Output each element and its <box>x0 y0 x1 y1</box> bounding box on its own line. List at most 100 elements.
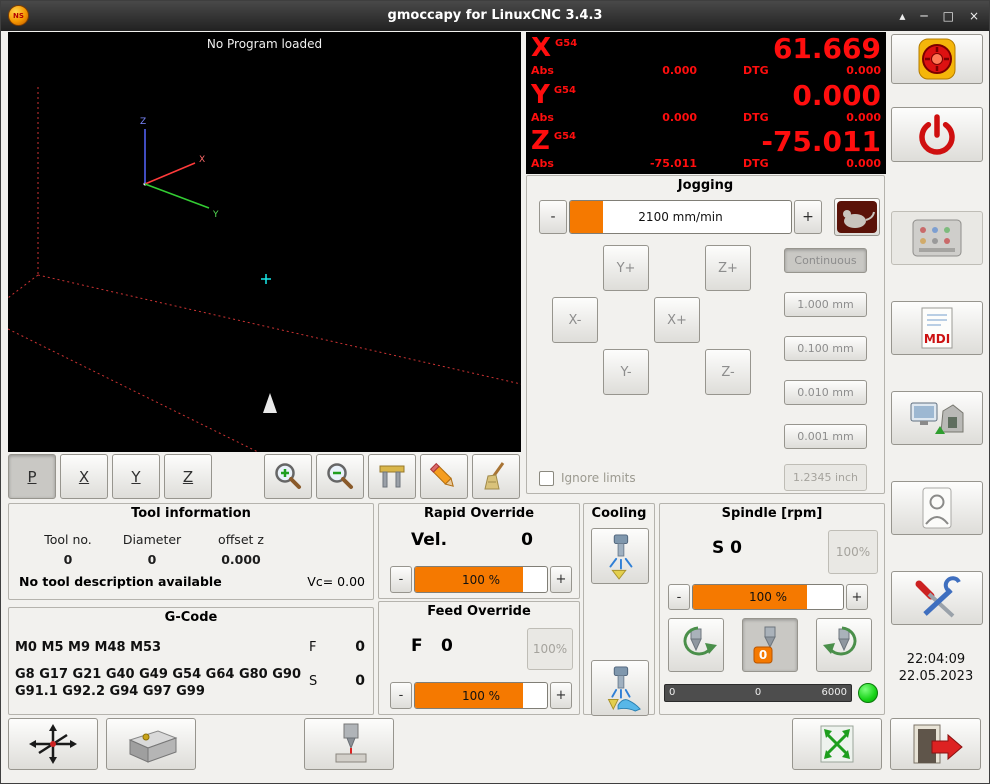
tool-description: No tool description available <box>19 574 222 589</box>
rapid-override-title: Rapid Override <box>379 506 579 521</box>
feed-override-title: Feed Override <box>379 604 579 619</box>
ignore-limits-checkbox[interactable] <box>539 471 554 486</box>
fullscreen-toggle-button[interactable] <box>792 718 882 770</box>
draw-path-button[interactable] <box>420 454 468 499</box>
dro-x-value: 61.669 <box>773 35 881 62</box>
tool-info-panel: Tool information Tool no. Diameter offse… <box>8 503 374 600</box>
window-title: gmoccapy for LinuxCNC 3.4.3 <box>121 1 869 31</box>
feed-override-panel: Feed Override F 0 100% - 100 % + <box>378 601 580 715</box>
control-panel-icon <box>907 216 967 260</box>
increment-01mm-button[interactable]: 0.100 mm <box>784 336 867 361</box>
keep-above-button[interactable]: ▴ <box>899 9 905 23</box>
diameter-value: 0 <box>113 552 191 567</box>
gremlin-preview[interactable]: Z X Y No Program loaded <box>8 32 521 452</box>
app-logo-icon: NS <box>8 5 29 26</box>
view-x-button[interactable]: X <box>60 454 108 499</box>
dro-y-value: 0.000 <box>792 82 881 109</box>
jog-z-plus-button[interactable]: Z+ <box>705 245 751 291</box>
spindle-override-value: 100 % <box>693 585 843 609</box>
touch-plate-button[interactable] <box>106 718 196 770</box>
dro-z-value: -75.011 <box>761 128 881 155</box>
mdi-mode-button[interactable]: MDI <box>891 301 983 355</box>
spindle-ccw-icon <box>672 623 720 667</box>
zoom-out-button[interactable] <box>316 454 364 499</box>
view-perspective-button[interactable]: P <box>8 454 56 499</box>
spindle-reset-button[interactable]: 100% <box>828 530 878 574</box>
clear-plot-button[interactable] <box>472 454 520 499</box>
jog-x-minus-button[interactable]: X- <box>552 297 598 343</box>
feed-override-slider[interactable]: 100 % <box>414 682 548 709</box>
spindle-stop-button[interactable]: 0 <box>742 618 798 672</box>
touch-plate-icon <box>116 722 186 766</box>
titlebar: NS gmoccapy for LinuxCNC 3.4.3 ▴ ─ □ × <box>1 1 989 31</box>
view-y-label: Y <box>131 468 140 486</box>
increment-continuous-button[interactable]: Continuous <box>784 248 867 273</box>
rapid-plus-button[interactable]: + <box>550 566 572 593</box>
spindle-cw-button[interactable] <box>816 618 872 672</box>
jog-speed-slider[interactable]: 2100 mm/min <box>569 200 792 234</box>
dro-panel[interactable]: X G54 61.669 Abs 0.000 DTG 0.000 Y G54 0… <box>526 32 886 174</box>
zoom-in-button[interactable] <box>264 454 312 499</box>
exit-door-icon <box>906 722 966 766</box>
spindle-plus-button[interactable]: + <box>846 584 868 610</box>
feed-plus-button[interactable]: + <box>550 682 572 709</box>
feed-reset-button[interactable]: 100% <box>527 628 573 670</box>
dro-axis-z[interactable]: Z G54 -75.011 Abs -75.011 DTG 0.000 <box>531 128 881 172</box>
spindle-ccw-button[interactable] <box>668 618 724 672</box>
clock-date: 22.05.2023 <box>887 668 985 685</box>
exit-button[interactable] <box>890 718 981 770</box>
preview-message: No Program loaded <box>8 37 521 51</box>
spindle-override-slider[interactable]: 100 % <box>692 584 844 610</box>
estop-icon <box>907 38 967 80</box>
mist-icon <box>597 532 643 580</box>
close-button[interactable]: × <box>969 9 979 23</box>
view-z-button[interactable]: Z <box>164 454 212 499</box>
jog-speed-value: 2100 mm/min <box>570 201 791 233</box>
window-controls: ▴ ─ □ × <box>899 1 979 31</box>
dro-y-abs-value: 0.000 <box>561 111 697 124</box>
spindle-at-speed-led <box>858 683 878 703</box>
feed-minus-button[interactable]: - <box>390 682 412 709</box>
spindle-minus-button[interactable]: - <box>668 584 690 610</box>
tools-icon <box>907 576 967 620</box>
jog-speed-minus-button[interactable]: - <box>539 200 567 234</box>
unit-toggle-button[interactable]: 1.2345 inch <box>784 464 867 491</box>
f-code-value: 0 <box>355 639 365 655</box>
tool-measure-icon <box>314 722 384 766</box>
increment-0001mm-button[interactable]: 0.001 mm <box>784 424 867 449</box>
jog-x-plus-button[interactable]: X+ <box>654 297 700 343</box>
settings-tools-button[interactable] <box>891 571 983 625</box>
touch-off-axes-button[interactable] <box>8 718 98 770</box>
dro-y-dtg-label: DTG <box>743 111 769 124</box>
spindle-rpm-bar: 0 0 6000 <box>664 684 852 702</box>
jog-speed-plus-button[interactable]: + <box>794 200 822 234</box>
app-logo-text: NS <box>13 12 24 20</box>
jog-y-plus-button[interactable]: Y+ <box>603 245 649 291</box>
flood-coolant-button[interactable] <box>591 660 649 716</box>
view-y-button[interactable]: Y <box>112 454 160 499</box>
clock: 22:04:09 22.05.2023 <box>887 651 985 685</box>
machine-settings-button[interactable] <box>891 211 983 265</box>
rapid-override-slider[interactable]: 100 % <box>414 566 548 593</box>
offset-z-header: offset z <box>205 532 277 547</box>
gcode-panel: G-Code M0 M5 M9 M48 M53 G8 G17 G21 G40 G… <box>8 607 374 715</box>
dro-axis-y[interactable]: Y G54 0.000 Abs 0.000 DTG 0.000 <box>531 82 881 126</box>
preview-scene: Z X Y <box>8 32 521 452</box>
machine-on-button[interactable] <box>891 107 983 162</box>
user-settings-button[interactable] <box>891 481 983 535</box>
jog-y-minus-button[interactable]: Y- <box>603 349 649 395</box>
increment-1mm-button[interactable]: 1.000 mm <box>784 292 867 317</box>
mist-coolant-button[interactable] <box>591 528 649 584</box>
auto-mode-button[interactable] <box>891 391 983 445</box>
tool-measure-button[interactable] <box>304 718 394 770</box>
dro-axis-x[interactable]: X G54 61.669 Abs 0.000 DTG 0.000 <box>531 35 881 79</box>
jog-speed-toggle-button[interactable] <box>834 198 880 236</box>
estop-button[interactable] <box>891 34 983 84</box>
jog-z-minus-button[interactable]: Z- <box>705 349 751 395</box>
rapid-minus-button[interactable]: - <box>390 566 412 593</box>
increment-001mm-button[interactable]: 0.010 mm <box>784 380 867 405</box>
minimize-button[interactable]: ─ <box>920 9 927 23</box>
toggle-dimensions-button[interactable] <box>368 454 416 499</box>
jogging-panel: Jogging - 2100 mm/min + Y+ Z+ X- X+ Y- Z… <box>526 175 885 494</box>
maximize-button[interactable]: □ <box>943 9 954 23</box>
